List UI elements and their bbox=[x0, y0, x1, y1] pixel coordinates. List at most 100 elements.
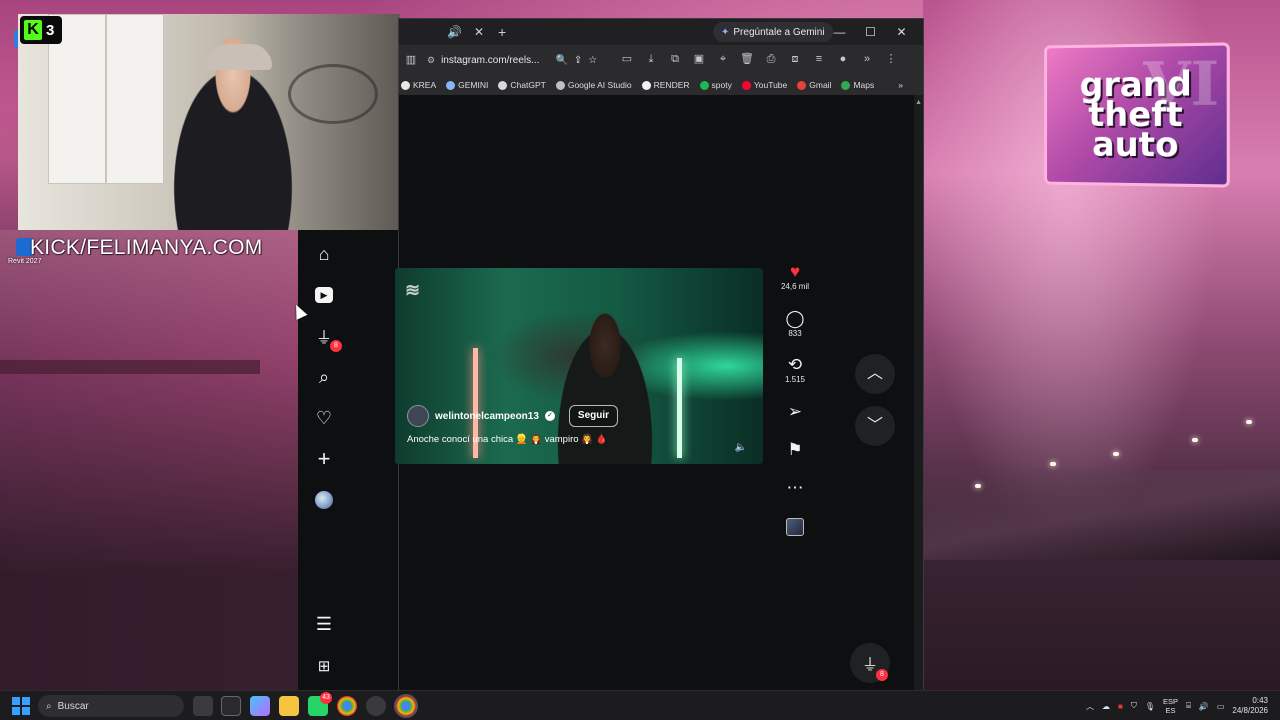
bookmark[interactable]: GEMINI bbox=[446, 80, 488, 90]
more-menu-icon[interactable]: ☰ bbox=[312, 612, 336, 636]
delete-icon[interactable]: 🗑 bbox=[739, 51, 755, 67]
chrome-active-icon[interactable] bbox=[394, 694, 418, 718]
chrome-icon[interactable] bbox=[337, 696, 357, 716]
bookmark[interactable]: Gmail bbox=[797, 80, 831, 90]
minimize-button[interactable]: — bbox=[824, 19, 855, 45]
bookmark-label: GEMINI bbox=[458, 80, 489, 90]
volume-icon[interactable]: 🔊 bbox=[1199, 702, 1209, 711]
onedrive-icon[interactable]: ☁ bbox=[1102, 702, 1110, 711]
bookmark[interactable]: Maps bbox=[841, 80, 874, 90]
notifications-heart-icon[interactable]: ♡ bbox=[312, 406, 336, 430]
scroll-up-icon[interactable]: ▲ bbox=[915, 99, 922, 106]
security-icon[interactable]: ⛉ bbox=[1131, 701, 1137, 711]
reel-caption[interactable]: Anoche conocí una chica 👱 🧛 vampiro 🧛 🩸 bbox=[407, 434, 607, 445]
network-icon[interactable]: ⌸ bbox=[1186, 701, 1191, 711]
bookmarks-bar: KREA GEMINI ChatGPT Google AI Studio REN… bbox=[399, 75, 923, 95]
previous-reel-button[interactable]: ︿ bbox=[855, 354, 895, 394]
search-icon[interactable]: ⌕ bbox=[312, 365, 336, 389]
screen-icon[interactable]: ⧈ bbox=[787, 51, 803, 67]
copilot-icon[interactable] bbox=[250, 696, 270, 716]
bookmark[interactable]: ChatGPT bbox=[498, 80, 546, 90]
window-controls: — ☐ ✕ bbox=[824, 19, 917, 45]
author-username[interactable]: welintonelcampeon13 bbox=[435, 411, 539, 422]
bookmark-star-icon[interactable]: ☆ bbox=[588, 55, 597, 66]
bookmark[interactable]: RENDER bbox=[641, 80, 690, 90]
extension-icons: ▭ ⤓ ⧉ ▣ ⌖ 🗑 ⎙ ⧈ ≡ ● » ⋮ bbox=[619, 51, 899, 67]
maximize-button[interactable]: ☐ bbox=[855, 19, 886, 45]
messages-button[interactable]: ⏚ 8 bbox=[850, 643, 890, 683]
profile-icon[interactable]: ● bbox=[835, 51, 851, 67]
home-icon[interactable]: ⌂ bbox=[312, 242, 336, 266]
task-view-icon[interactable] bbox=[193, 696, 213, 716]
url-text: instagram.com/reels... bbox=[441, 54, 540, 66]
audio-action[interactable] bbox=[779, 518, 811, 536]
tray-app-icon[interactable]: ■ bbox=[1118, 702, 1123, 711]
menu-icon[interactable]: ⋮ bbox=[883, 51, 899, 67]
print-icon[interactable]: ⎙ bbox=[763, 51, 779, 67]
settings-app-icon[interactable] bbox=[221, 696, 241, 716]
more-options-icon: ⋯ bbox=[786, 478, 804, 497]
microphone-icon[interactable]: 🎙 bbox=[1145, 702, 1155, 711]
more-bookmarks-icon[interactable]: » bbox=[898, 80, 903, 90]
language-indicator[interactable]: ESP ES bbox=[1163, 697, 1178, 715]
create-plus-icon[interactable]: + bbox=[312, 446, 336, 471]
zoom-icon[interactable]: 🔍 bbox=[555, 55, 567, 66]
media-icon[interactable]: ≡ bbox=[811, 51, 827, 67]
tab-close-icon[interactable]: ✕ bbox=[474, 25, 484, 39]
whatsapp-icon[interactable]: 43 bbox=[308, 692, 332, 716]
windows-start-icon[interactable] bbox=[12, 697, 30, 715]
bookmark[interactable]: KREA bbox=[401, 80, 436, 90]
cast-icon[interactable]: ▣ bbox=[691, 51, 707, 67]
reel-author: welintonelcampeon13 ✓ Seguir bbox=[407, 405, 619, 427]
car-light bbox=[975, 484, 981, 488]
tray-overflow-icon[interactable]: ︿ bbox=[1086, 701, 1094, 712]
taskbar-search[interactable]: ⌕ Buscar bbox=[38, 695, 184, 717]
reels-icon[interactable]: ▶ bbox=[312, 283, 336, 307]
tab-audio-icon[interactable]: 🔊 bbox=[447, 25, 462, 39]
bookmark-label: spoty bbox=[711, 80, 732, 90]
repost-action[interactable]: ⟲ 1.515 bbox=[779, 355, 811, 384]
volume-icon[interactable]: 🔈 bbox=[735, 442, 747, 453]
clock[interactable]: 0:43 24/8/2026 bbox=[1232, 696, 1268, 716]
download-icon[interactable]: ⤓ bbox=[643, 51, 659, 67]
like-action[interactable]: ♥ 24,6 mil bbox=[779, 262, 811, 291]
close-button[interactable]: ✕ bbox=[886, 19, 917, 45]
install-icon[interactable]: ⇪ bbox=[574, 55, 582, 66]
audio-thumbnail bbox=[786, 518, 804, 536]
like-heart-icon: ♥ bbox=[789, 262, 801, 281]
card-icon[interactable]: ▭ bbox=[619, 51, 635, 67]
bookmark-label: RENDER bbox=[653, 80, 690, 90]
more-options[interactable]: ⋯ bbox=[779, 478, 811, 498]
messages-icon[interactable]: ⏚ 8 bbox=[312, 324, 342, 352]
address-bar[interactable]: ⚙ instagram.com/reels... 🔍 ⇪ ☆ bbox=[427, 50, 607, 70]
reel-video[interactable]: ≋ welintonelcampeon13 ✓ Seguir Anoche co… bbox=[395, 268, 763, 464]
profile-avatar[interactable] bbox=[312, 488, 336, 512]
scrollbar[interactable] bbox=[914, 95, 923, 691]
also-from-meta-icon[interactable]: ⊞ bbox=[312, 654, 336, 678]
gemini-icon: ✦ bbox=[721, 26, 730, 38]
gemini-button[interactable]: ✦ Pregúntale a Gemini bbox=[713, 22, 833, 42]
bookmark[interactable]: spoty bbox=[699, 80, 732, 90]
site-settings-icon[interactable]: ⚙ bbox=[427, 55, 435, 66]
next-reel-button[interactable]: ﹀ bbox=[855, 406, 895, 446]
battery-icon[interactable]: ▭ bbox=[1217, 702, 1225, 711]
bookmark[interactable]: Google AI Studio bbox=[555, 80, 632, 90]
follow-button[interactable]: Seguir bbox=[568, 405, 619, 427]
new-tab-icon[interactable]: + bbox=[498, 24, 506, 40]
language-bottom: ES bbox=[1165, 706, 1176, 715]
car-light bbox=[1050, 462, 1056, 466]
save-action[interactable]: ⚑ bbox=[779, 440, 811, 460]
translate-icon[interactable]: ⧉ bbox=[667, 51, 683, 67]
bookmark-icon bbox=[741, 80, 751, 90]
sidebar-icon[interactable]: ▥ bbox=[403, 52, 419, 68]
location-icon[interactable]: ⌖ bbox=[715, 51, 731, 67]
bookmark[interactable]: YouTube bbox=[741, 80, 787, 90]
more-extensions-icon[interactable]: » bbox=[859, 51, 875, 67]
author-avatar[interactable] bbox=[407, 405, 429, 427]
share-action[interactable]: ➢ bbox=[779, 402, 811, 422]
comment-action[interactable]: ◯ 833 bbox=[779, 309, 811, 338]
file-explorer-icon[interactable] bbox=[279, 696, 299, 716]
titlebar: 🔊 ✕ + ✦ Pregúntale a Gemini — ☐ ✕ bbox=[399, 19, 923, 45]
app-icon[interactable] bbox=[366, 696, 386, 716]
bookmark-icon bbox=[401, 80, 410, 90]
